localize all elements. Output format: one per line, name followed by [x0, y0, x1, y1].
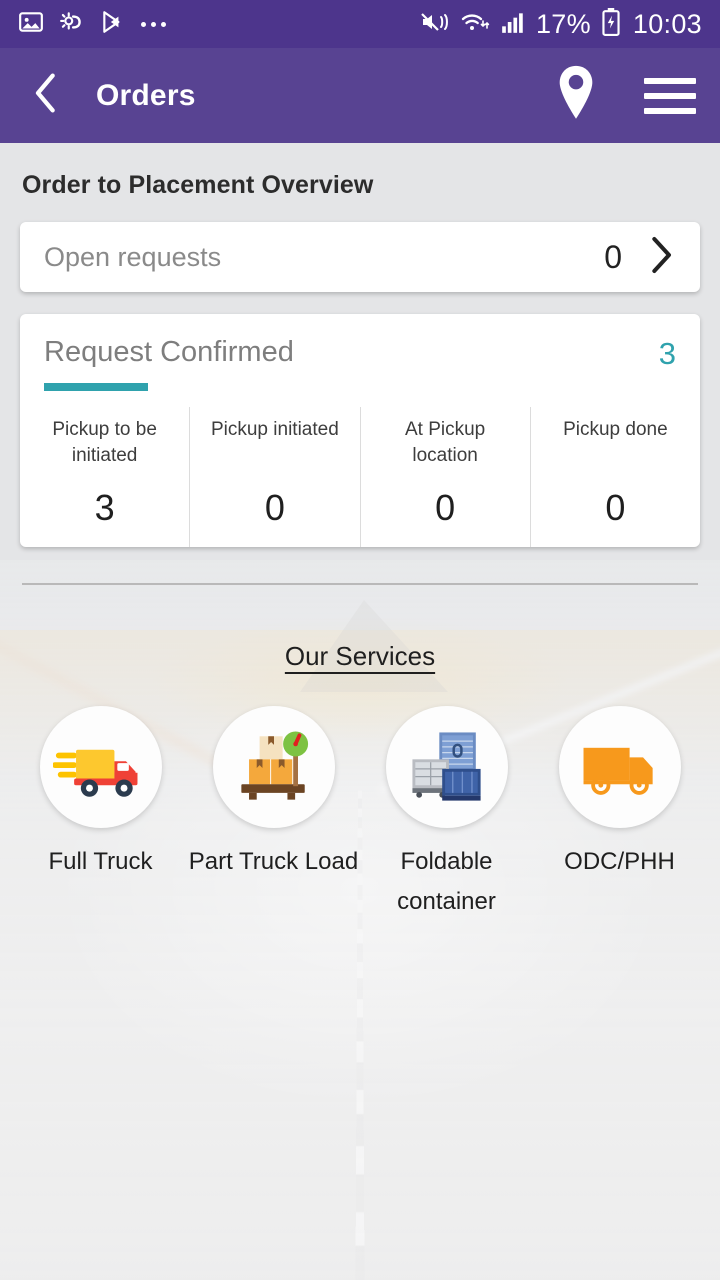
back-button[interactable]	[24, 71, 68, 120]
our-services-heading: Our Services	[284, 641, 436, 671]
battery-charging-icon	[601, 7, 621, 41]
request-confirmed-title: Request Confirmed	[44, 336, 294, 368]
weather-icon	[59, 9, 85, 40]
service-label: Foldable container	[397, 848, 496, 915]
request-confirmed-stats: Pickup to be initiated 3 Pickup initiate…	[20, 407, 700, 547]
clock-label: 10:03	[632, 8, 702, 39]
services-list: Full Truck Part Truck Load Foldable cont…	[0, 706, 720, 921]
section-divider	[22, 583, 698, 585]
wifi-icon	[460, 9, 490, 40]
status-bar: 17% 10:03	[0, 0, 720, 48]
service-item-full-truck[interactable]: Full Truck	[14, 706, 187, 882]
stat-pickup-to-be-initiated[interactable]: Pickup to be initiated 3	[20, 407, 191, 547]
overview-section-title: Order to Placement Overview	[22, 171, 374, 199]
service-item-part-truck-load[interactable]: Part Truck Load	[187, 706, 360, 882]
location-pin-icon	[554, 64, 598, 127]
main-content: Order to Placement Overview Open request…	[0, 143, 720, 1280]
request-confirmed-accent-underline	[44, 383, 148, 391]
battery-percent-label: 17%	[535, 8, 591, 39]
cellular-signal-icon	[500, 9, 526, 40]
stat-label: Pickup done	[563, 419, 668, 440]
more-notifications-icon	[141, 21, 166, 27]
stat-value: 0	[435, 487, 456, 528]
stat-at-pickup-location[interactable]: At Pickup location 0	[361, 407, 531, 547]
stat-pickup-done[interactable]: Pickup done 0	[531, 407, 700, 547]
boxes-on-scale-icon	[212, 706, 335, 828]
stat-value: 0	[264, 487, 285, 528]
play-store-icon	[100, 9, 126, 40]
stat-label: Pickup initiated	[210, 419, 339, 440]
stat-label: At Pickup location	[404, 419, 486, 466]
service-label: Part Truck Load	[188, 848, 359, 875]
photo-icon	[18, 9, 44, 40]
service-item-foldable-container[interactable]: Foldable container	[360, 706, 533, 921]
foldable-container-icon	[385, 706, 508, 828]
volume-mute-vibrate-icon	[420, 9, 450, 40]
service-item-odc-phh[interactable]: ODC/PHH	[533, 706, 706, 882]
chevron-left-icon	[30, 71, 62, 120]
chevron-right-icon[interactable]	[646, 235, 676, 280]
service-label: ODC/PHH	[564, 848, 675, 875]
open-requests-label: Open requests	[44, 241, 222, 272]
app-bar: Orders	[0, 48, 720, 143]
request-confirmed-card[interactable]: Request Confirmed 3 Pickup to be initiat…	[20, 314, 700, 547]
page-title: Orders	[96, 78, 196, 112]
stat-value: 3	[94, 487, 115, 528]
orange-truck-icon	[558, 706, 681, 828]
location-button[interactable]	[554, 64, 598, 127]
open-requests-count: 0	[604, 238, 622, 275]
request-confirmed-total: 3	[658, 336, 676, 371]
service-label: Full Truck	[48, 848, 153, 875]
open-requests-card[interactable]: Open requests 0	[20, 222, 700, 292]
stat-value: 0	[605, 487, 626, 528]
menu-button[interactable]	[644, 77, 696, 114]
stat-pickup-initiated[interactable]: Pickup initiated 0	[190, 407, 361, 547]
delivery-truck-icon	[39, 706, 162, 828]
hamburger-menu-icon	[644, 77, 696, 114]
app-screen: 17% 10:03 Orders Order to Placement Over…	[0, 0, 720, 1280]
stat-label: Pickup to be initiated	[52, 419, 157, 466]
